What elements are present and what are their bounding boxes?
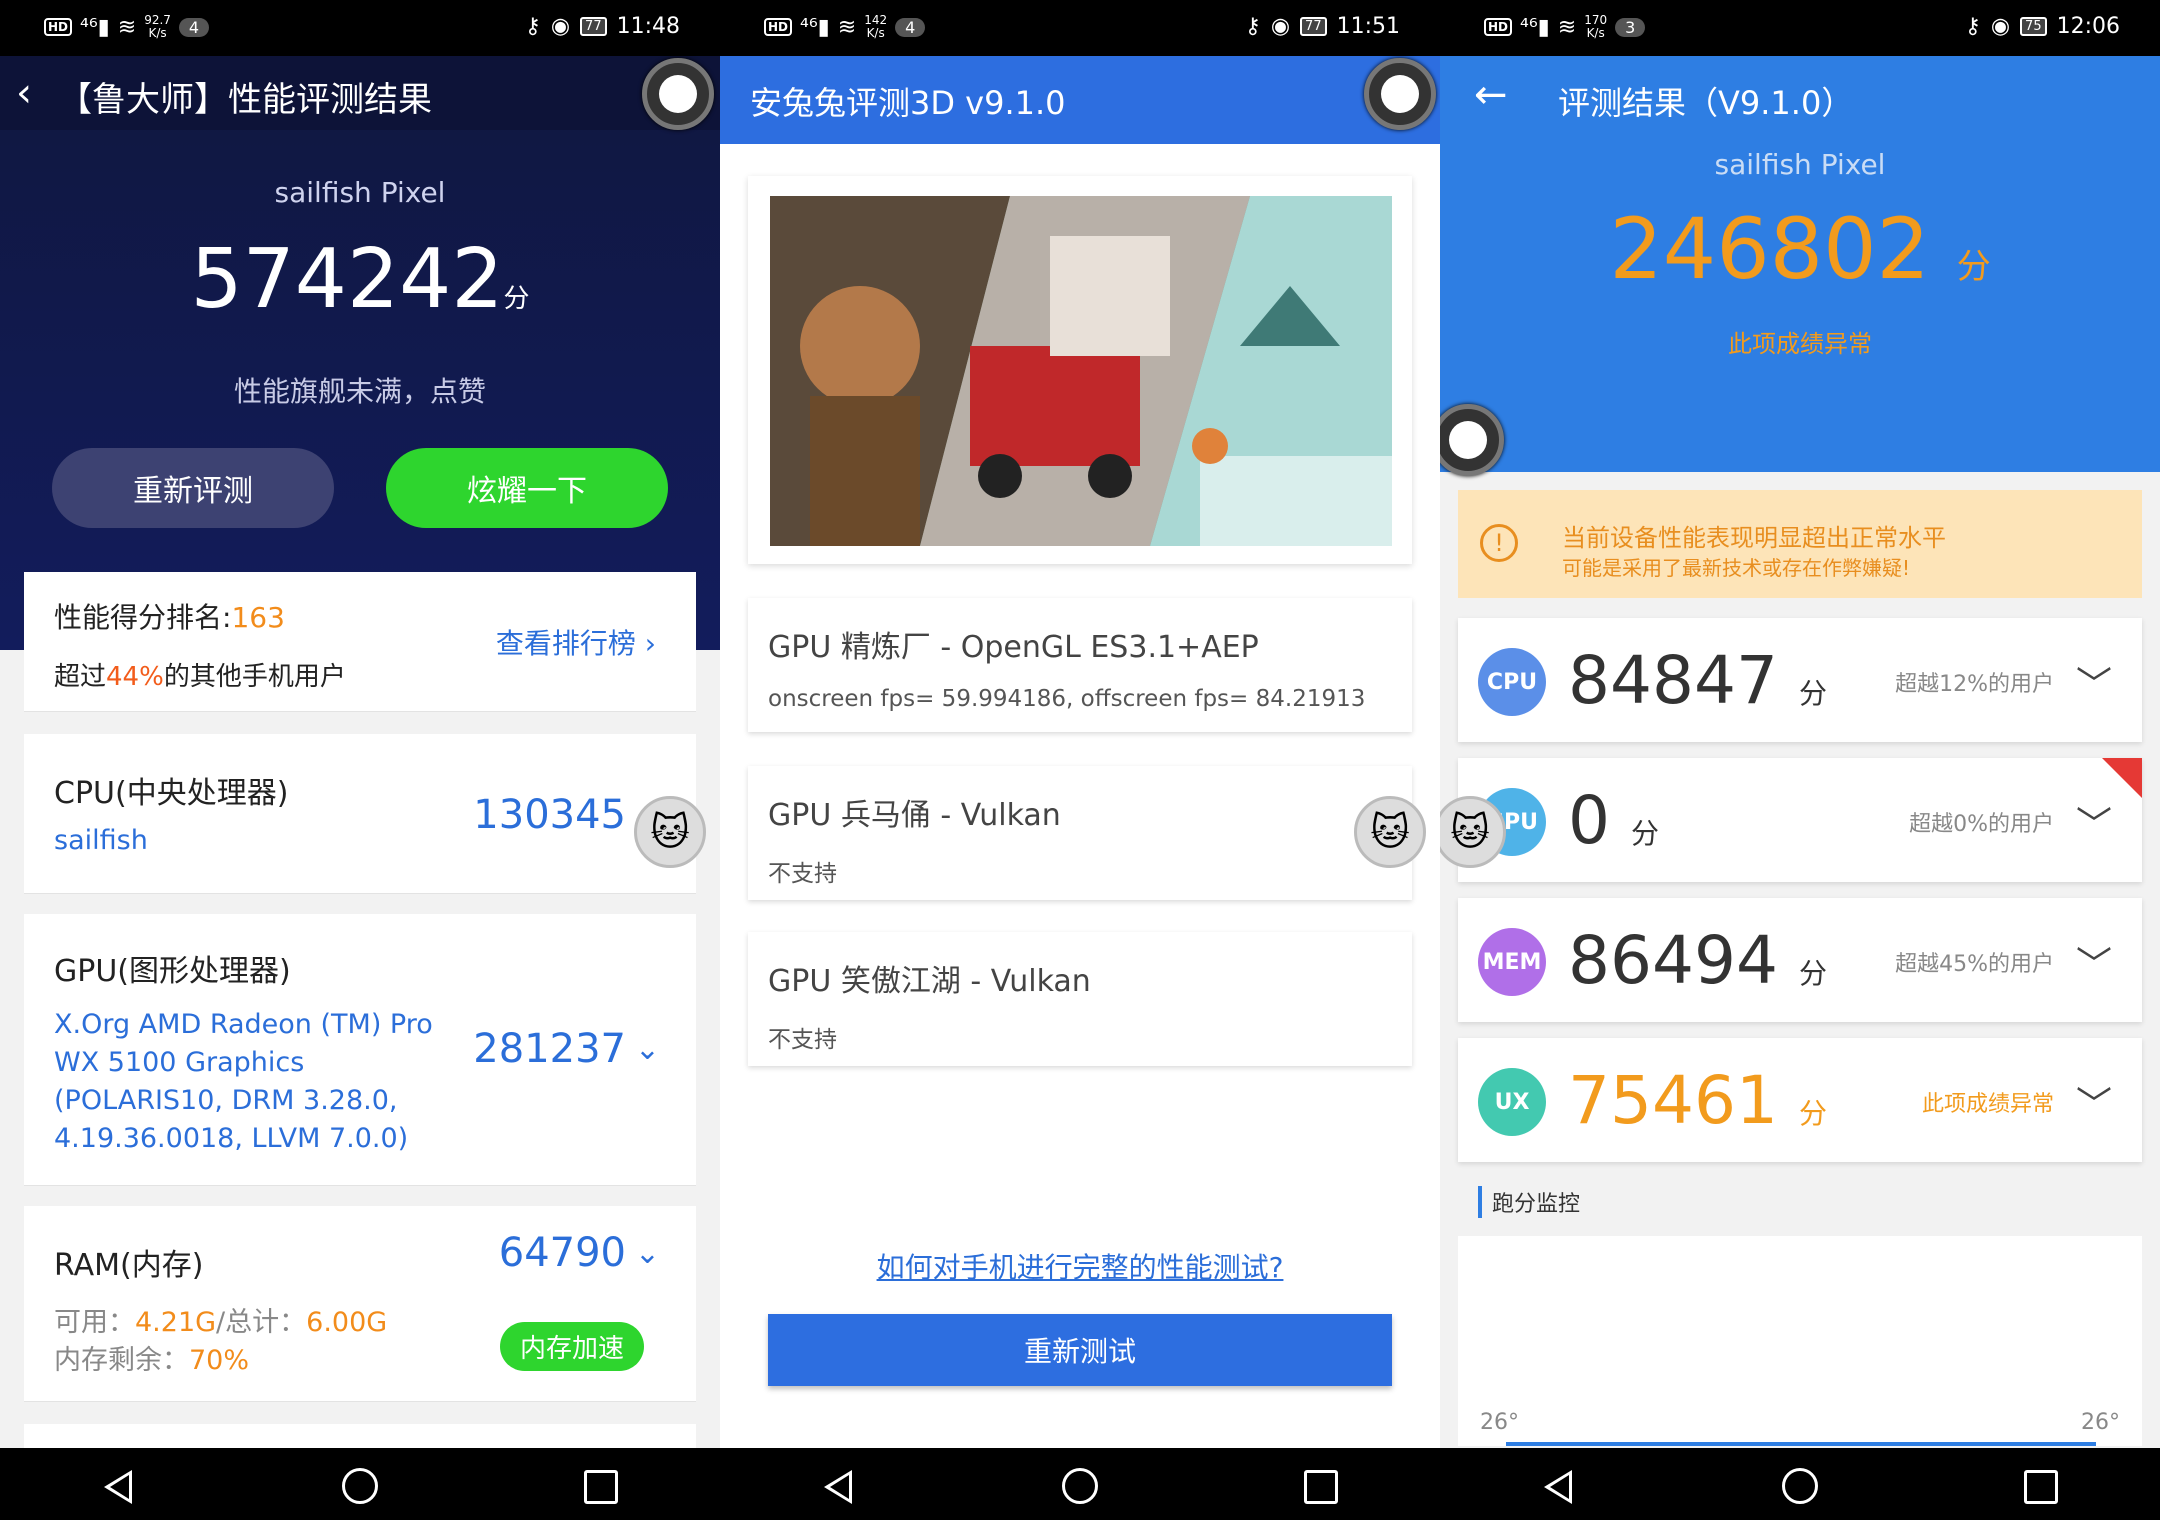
total-score: 574242分 [190, 232, 530, 327]
mem-badge-icon: MEM [1478, 928, 1546, 996]
ram-card[interactable]: RAM(内存) 64790 ⌄ 可用：4.21G/总计：6.00G 内存剩余：7… [24, 1206, 696, 1402]
cat-assistant-icon[interactable]: 🐱 [1354, 796, 1426, 868]
chevron-down-icon[interactable]: ﹀ [2076, 1076, 2112, 1128]
recents-nav-icon[interactable] [580, 1466, 620, 1506]
monitor-chart [1458, 1236, 2142, 1446]
share-button[interactable]: 炫耀一下 [386, 448, 668, 528]
recents-nav-icon[interactable] [1300, 1466, 1340, 1506]
ux-badge-icon: UX [1478, 1068, 1546, 1136]
nav-bar [0, 1448, 720, 1520]
device-name: sailfish Pixel [1714, 148, 1886, 181]
page-title: 评测结果（V9.1.0） [1558, 84, 1854, 122]
header-background [0, 56, 720, 650]
back-nav-icon[interactable] [820, 1466, 860, 1506]
warning-icon: ! [1480, 524, 1518, 562]
back-nav-icon[interactable] [100, 1466, 140, 1506]
retest-button[interactable]: 重新评测 [52, 448, 334, 528]
home-nav-icon[interactable] [1060, 1466, 1100, 1506]
gpu-score-row[interactable]: GPU 0 分 超越0%的用户 ﹀ [1458, 758, 2142, 882]
gpu-test-refinery: GPU 精炼厂 - OpenGL ES3.1+AEP onscreen fps=… [748, 598, 1412, 732]
mem-score-row[interactable]: MEM 86494 分 超越45%的用户 ﹀ [1458, 898, 2142, 1022]
cpu-badge-icon: CPU [1478, 648, 1546, 716]
chevron-down-icon[interactable]: ﹀ [2076, 796, 2112, 848]
view-ranking-link[interactable]: 查看排行榜 › [496, 622, 656, 662]
cpu-score-row[interactable]: CPU 84847 分 超越12%的用户 ﹀ [1458, 618, 2142, 742]
home-nav-icon[interactable] [340, 1466, 380, 1506]
retest-button[interactable]: 重新测试 [768, 1314, 1392, 1386]
temp-end-label: 26° [2081, 1410, 2120, 1435]
back-arrow-icon[interactable]: ‹ [16, 70, 32, 116]
temp-start-label: 26° [1480, 1410, 1519, 1435]
cat-assistant-icon[interactable]: 🐱 [634, 796, 706, 868]
chevron-down-icon[interactable]: ⌄ [635, 1032, 660, 1067]
memory-boost-button[interactable]: 内存加速 [499, 1322, 644, 1371]
chevron-down-icon[interactable]: ﹀ [2076, 936, 2112, 988]
lite-corner-badge [2102, 758, 2142, 798]
slogan: 性能旗舰未满，点赞 [233, 375, 486, 408]
gpu-test-terracotta: GPU 兵马俑 - Vulkan 不支持 [748, 766, 1412, 900]
antutu-3d-screen: 安兔兔评测3D v9.1.0 GPU 精炼厂 - OpenGL ES3.1+AE… [720, 0, 1440, 1520]
status-bar: HD ⁴⁶▮ ≋ 170 K/s 3 ⚷ ◉ 75 12:06 [1440, 0, 2160, 56]
banner-card [748, 176, 1412, 564]
page-title: 【鲁大师】性能评测结果 [58, 80, 432, 120]
nav-bar [1440, 1448, 2160, 1520]
floating-ball-icon[interactable] [642, 58, 714, 130]
nav-bar [720, 1448, 1440, 1520]
rank-card: 性能得分排名:163 超过44%的其他手机用户 查看排行榜 › [24, 572, 696, 712]
abnormal-note: 此项成绩异常 [1728, 330, 1872, 358]
gpu-test-swordsman: GPU 笑傲江湖 - Vulkan 不支持 [748, 932, 1412, 1066]
status-bar: HD ⁴⁶▮ ≋ 92.7 K/s 4 ⚷ ◉ 77 11:48 [0, 0, 720, 56]
status-bar: HD ⁴⁶▮ ≋ 142 K/s 4 ⚷ ◉ 77 11:51 [720, 0, 1440, 56]
device-name: sailfish Pixel [274, 176, 446, 209]
home-nav-icon[interactable] [1780, 1466, 1820, 1506]
back-nav-icon[interactable] [1540, 1466, 1580, 1506]
recents-nav-icon[interactable] [2020, 1466, 2060, 1506]
gpu-card[interactable]: GPU(图形处理器) X.Org AMD Radeon (TM) Pro WX … [24, 914, 696, 1186]
monitor-section-title: 跑分监控 [1478, 1186, 1580, 1218]
app-bar: ‹ 【鲁大师】性能评测结果 [0, 56, 720, 130]
chevron-down-icon[interactable]: ﹀ [2076, 656, 2112, 708]
cpu-card[interactable]: CPU(中央处理器) sailfish 130345 [24, 734, 696, 894]
back-arrow-icon[interactable]: ← [1474, 72, 1508, 118]
cheat-warning-banner: ! 当前设备性能表现明显超出正常水平 可能是采用了最新技术或存在作弊嫌疑! [1458, 490, 2142, 598]
page-title: 安兔兔评测3D v9.1.0 [750, 84, 1066, 122]
benchmark-banner-image [770, 196, 1392, 546]
temperature-line [1506, 1442, 2096, 1446]
app-bar: 安兔兔评测3D v9.1.0 [720, 56, 1440, 144]
full-test-help-link[interactable]: 如何对手机进行完整的性能测试? [720, 1246, 1440, 1286]
ux-score-row[interactable]: UX 75461 分 此项成绩异常 ﹀ [1458, 1038, 2142, 1162]
floating-ball-icon[interactable] [1364, 58, 1436, 130]
antutu-result-screen: ← 评测结果（V9.1.0） sailfish Pixel 246802 分 此… [1440, 0, 2160, 1520]
chevron-down-icon[interactable]: ⌄ [635, 1236, 660, 1271]
total-score: 246802 分 [1609, 200, 1991, 298]
ludashi-screen: ‹ 【鲁大师】性能评测结果 sailfish Pixel 574242分 性能旗… [0, 0, 720, 1520]
